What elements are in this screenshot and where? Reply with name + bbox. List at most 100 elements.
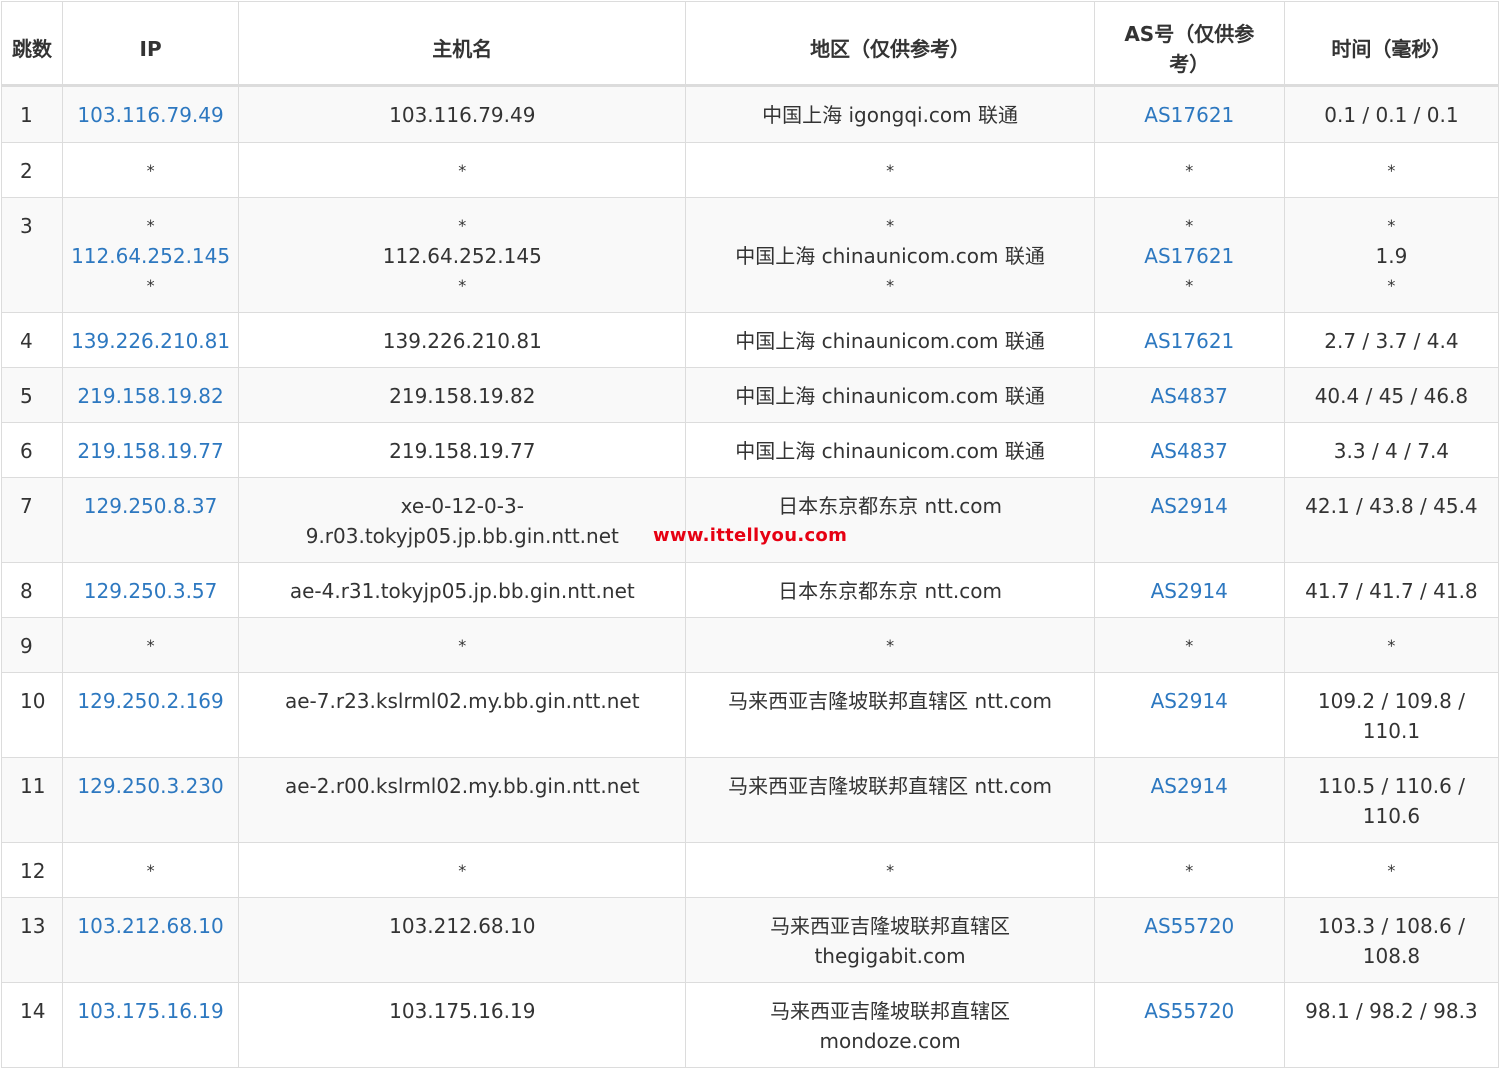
- cell-region: *: [685, 842, 1095, 898]
- cell-asn: *: [1093, 842, 1285, 898]
- no-response-marker: *: [146, 276, 155, 295]
- cell-ip: 129.250.3.230: [62, 757, 240, 843]
- ip-link[interactable]: 103.116.79.49: [67, 100, 234, 130]
- cell-time: 0.1 / 0.1 / 0.1: [1283, 85, 1500, 143]
- asn-link[interactable]: AS2914: [1099, 686, 1280, 716]
- asn-link[interactable]: AS17621: [1099, 241, 1280, 271]
- cell-asn: *: [1093, 617, 1285, 673]
- cell-time-text: 108.8: [1362, 944, 1421, 968]
- table-row: 7 129.250.8.37 xe-0-12-0-3- 9.r03.tokyjp05.…: [0, 477, 1500, 563]
- cell-hostname: 219.158.19.82: [238, 367, 687, 423]
- cell-time: 41.7 / 41.7 / 41.8: [1283, 562, 1500, 618]
- cell-region: *: [685, 617, 1095, 673]
- no-response-marker: *: [886, 161, 895, 180]
- table-row: 5 219.158.19.82 219.158.19.82 中国上海 chinauni…: [0, 367, 1500, 423]
- cell-region: 日本东京都东京 ntt.com: [685, 477, 1095, 563]
- cell-region-text: 马来西亚吉隆坡联邦直辖区: [770, 999, 1011, 1023]
- ip-link[interactable]: 129.250.3.230: [67, 771, 234, 801]
- cell-hostname: ae-4.r31.tokyjp05.jp.bb.gin.ntt.net: [238, 562, 687, 618]
- cell-ip: 219.158.19.82: [62, 367, 240, 423]
- cell-ip: 129.250.3.57: [62, 562, 240, 618]
- asn-link[interactable]: AS55720: [1099, 911, 1280, 941]
- no-response-marker: *: [458, 861, 467, 880]
- cell-hostname-text: ae-7.r23.kslrml02.my.bb.gin.ntt.net: [285, 689, 640, 713]
- ip-link[interactable]: 219.158.19.77: [67, 436, 234, 466]
- cell-hostname: *: [238, 142, 687, 198]
- ip-link[interactable]: 103.175.16.19: [67, 996, 234, 1026]
- cell-hostname-text: 103.116.79.49: [389, 103, 536, 127]
- no-response-marker: *: [1387, 216, 1396, 235]
- asn-link[interactable]: AS55720: [1099, 996, 1280, 1026]
- ip-link[interactable]: 103.212.68.10: [67, 911, 234, 941]
- cell-ip: 139.226.210.81: [62, 312, 240, 368]
- cell-hostname-text: 219.158.19.77: [389, 439, 536, 463]
- ip-link[interactable]: 112.64.252.145: [67, 241, 234, 271]
- ip-link[interactable]: 139.226.210.81: [67, 326, 234, 356]
- cell-time: *: [1283, 842, 1500, 898]
- no-response-marker: *: [146, 216, 155, 235]
- table-header-row: 跳数 IP 主机名 地区（仅供参考） AS号（仅供参考） 时间（毫秒）: [0, 1, 1500, 87]
- cell-region-text: 日本东京都东京 ntt.com: [778, 579, 1002, 603]
- cell-asn: AS2914: [1093, 562, 1285, 618]
- ip-link[interactable]: 219.158.19.82: [67, 381, 234, 411]
- cell-hop: 2: [0, 142, 64, 198]
- cell-hop: 5: [0, 367, 64, 423]
- table-row: 4 139.226.210.81 139.226.210.81 中国上海 chinau…: [0, 312, 1500, 368]
- cell-ip: *: [62, 842, 240, 898]
- asn-link[interactable]: AS4837: [1099, 381, 1280, 411]
- cell-time-text: 2.7 / 3.7 / 4.4: [1324, 329, 1459, 353]
- table-row: 14 103.175.16.19 103.175.16.19 马来西亚吉隆坡联邦直辖区…: [0, 982, 1500, 1068]
- ip-link[interactable]: 129.250.3.57: [67, 576, 234, 606]
- cell-ip: 129.250.2.169: [62, 672, 240, 758]
- asn-link[interactable]: AS2914: [1099, 491, 1280, 521]
- ip-link[interactable]: 129.250.8.37: [67, 491, 234, 521]
- no-response-marker: *: [458, 161, 467, 180]
- cell-time-text: 40.4 / 45 / 46.8: [1314, 384, 1469, 408]
- cell-asn: AS17621: [1093, 85, 1285, 143]
- cell-hostname: ae-7.r23.kslrml02.my.bb.gin.ntt.net: [238, 672, 687, 758]
- cell-hostname-text: xe-0-12-0-3-: [400, 494, 524, 518]
- cell-time: 3.3 / 4 / 7.4: [1283, 422, 1500, 478]
- header-ip: IP: [62, 1, 240, 87]
- asn-link[interactable]: AS2914: [1099, 576, 1280, 606]
- cell-hop-text: 13: [20, 914, 46, 938]
- cell-hostname: *: [238, 842, 687, 898]
- ip-link[interactable]: 129.250.2.169: [67, 686, 234, 716]
- cell-time: 2.7 / 3.7 / 4.4: [1283, 312, 1500, 368]
- cell-region-text: 中国上海 chinaunicom.com 联通: [735, 244, 1045, 268]
- cell-hop: 11: [0, 757, 64, 843]
- cell-ip: *: [62, 142, 240, 198]
- cell-ip: *: [62, 617, 240, 673]
- cell-hop: 14: [0, 982, 64, 1068]
- cell-time-text: 110.1: [1362, 719, 1421, 743]
- table-row: 3 * 112.64.252.145 * * 112.64.252.145 * * 中国上海 c…: [0, 197, 1500, 313]
- table-row: 6 219.158.19.77 219.158.19.77 中国上海 chinauni…: [0, 422, 1500, 478]
- asn-link[interactable]: AS17621: [1099, 326, 1280, 356]
- cell-region-text: 中国上海 chinaunicom.com 联通: [735, 384, 1045, 408]
- no-response-marker: *: [146, 636, 155, 655]
- no-response-marker: *: [1387, 161, 1396, 180]
- no-response-marker: *: [1185, 636, 1194, 655]
- header-asn: AS号（仅供参考）: [1093, 1, 1285, 87]
- cell-time: 110.5 / 110.6 / 110.6: [1283, 757, 1500, 843]
- cell-hop: 6: [0, 422, 64, 478]
- asn-link[interactable]: AS17621: [1099, 100, 1280, 130]
- cell-asn: AS4837: [1093, 367, 1285, 423]
- no-response-marker: *: [1185, 161, 1194, 180]
- cell-asn: AS55720: [1093, 897, 1285, 983]
- cell-ip: 129.250.8.37: [62, 477, 240, 563]
- asn-link[interactable]: AS4837: [1099, 436, 1280, 466]
- no-response-marker: *: [146, 861, 155, 880]
- no-response-marker: *: [886, 861, 895, 880]
- cell-region-text: 中国上海 chinaunicom.com 联通: [735, 439, 1045, 463]
- asn-link[interactable]: AS2914: [1099, 771, 1280, 801]
- cell-region: 日本东京都东京 ntt.com: [685, 562, 1095, 618]
- cell-hop-text: 11: [20, 774, 46, 798]
- no-response-marker: *: [886, 276, 895, 295]
- cell-hostname-text: 103.175.16.19: [389, 999, 536, 1023]
- cell-ip: 103.175.16.19: [62, 982, 240, 1068]
- cell-hop-text: 3: [20, 214, 33, 238]
- cell-hostname-text: 112.64.252.145: [382, 244, 542, 268]
- cell-hostname-text: ae-2.r00.kslrml02.my.bb.gin.ntt.net: [285, 774, 640, 798]
- table-row: 11 129.250.3.230 ae-2.r00.kslrml02.my.bb.g…: [0, 757, 1500, 843]
